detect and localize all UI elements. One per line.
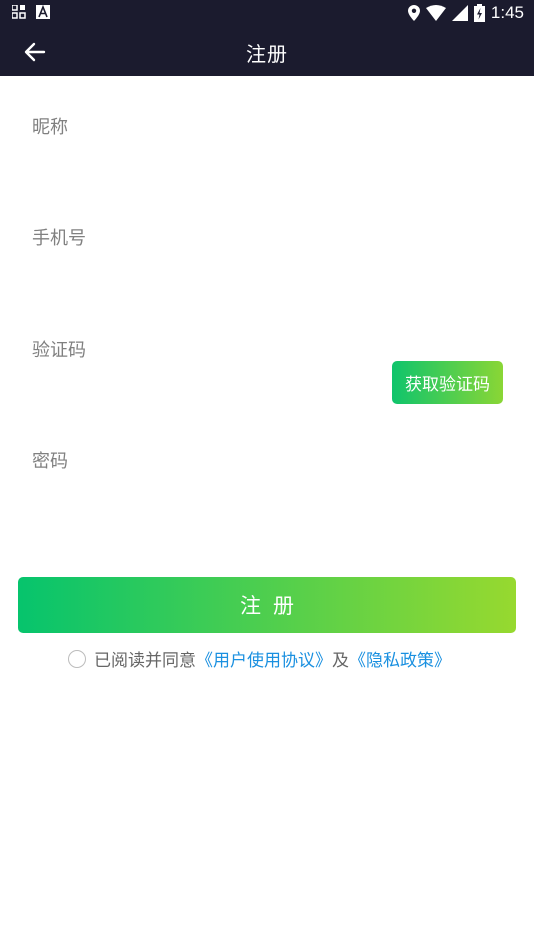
status-bar-left: [12, 5, 50, 19]
agreement-prefix: 已阅读并同意: [94, 651, 196, 671]
app-grid-icon: [12, 5, 26, 19]
user-agreement-link[interactable]: 《用户使用协议》: [196, 646, 332, 671]
privacy-policy-link[interactable]: 《隐私政策》: [349, 646, 451, 671]
code-label: 验证码: [32, 340, 86, 361]
battery-charging-icon: [473, 4, 485, 22]
agree-radio[interactable]: [68, 649, 86, 668]
signal-icon: [451, 5, 468, 21]
app-bar: 注册: [0, 28, 534, 76]
code-input[interactable]: [32, 366, 372, 406]
location-icon: [407, 5, 420, 21]
nickname-input[interactable]: [32, 148, 332, 188]
nickname-label: 昵称: [32, 117, 68, 138]
register-button[interactable]: 注册: [18, 577, 516, 633]
agreement-conjunction: 及: [332, 651, 349, 671]
phone-input[interactable]: [32, 259, 332, 299]
status-bar: 1:45: [0, 0, 534, 28]
password-input[interactable]: [32, 482, 332, 522]
get-code-button[interactable]: 获取验证码: [392, 361, 503, 404]
page-title: 注册: [246, 42, 288, 66]
phone-label: 手机号: [32, 228, 86, 249]
a-box-icon: [36, 5, 50, 19]
status-bar-right: 1:45: [407, 3, 524, 23]
clock: 1:45: [490, 3, 524, 22]
password-label: 密码: [32, 451, 68, 472]
wifi-icon: [425, 5, 446, 21]
agreement-row: 已阅读并同意 《用户使用协议》 及 《隐私政策》: [68, 646, 451, 671]
